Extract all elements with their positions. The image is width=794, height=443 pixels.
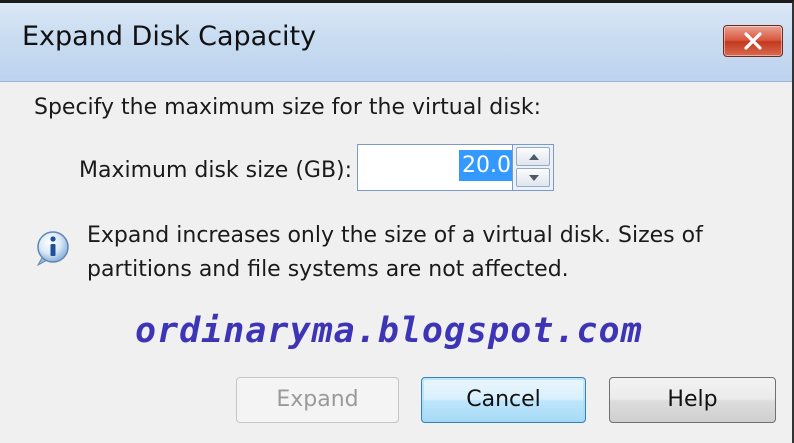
disk-size-label: Maximum disk size (GB): [79, 158, 353, 183]
dialog-content: Specify the maximum size for the virtual… [0, 81, 792, 443]
expand-button[interactable]: Expand [236, 377, 399, 423]
info-icon [36, 231, 69, 267]
help-button[interactable]: Help [609, 377, 776, 423]
spin-down-icon [529, 175, 539, 181]
close-icon [744, 32, 762, 50]
spin-up-button[interactable] [516, 147, 550, 166]
dialog-window: Expand Disk Capacity Specify the maximum… [0, 0, 794, 443]
watermark-text: ordinaryma.blogspot.com [135, 311, 643, 351]
spin-up-icon [529, 154, 539, 160]
title-bar[interactable]: Expand Disk Capacity [0, 3, 792, 82]
disk-size-spinner [512, 144, 554, 191]
close-button[interactable] [723, 25, 783, 57]
disk-size-selected-value: 20.0 [459, 150, 514, 181]
info-message: Expand increases only the size of a virt… [87, 223, 703, 282]
dialog-title: Expand Disk Capacity [22, 21, 317, 52]
instruction-text: Specify the maximum size for the virtual… [34, 95, 541, 120]
spin-down-button[interactable] [516, 168, 550, 187]
cancel-button[interactable]: Cancel [421, 377, 586, 423]
